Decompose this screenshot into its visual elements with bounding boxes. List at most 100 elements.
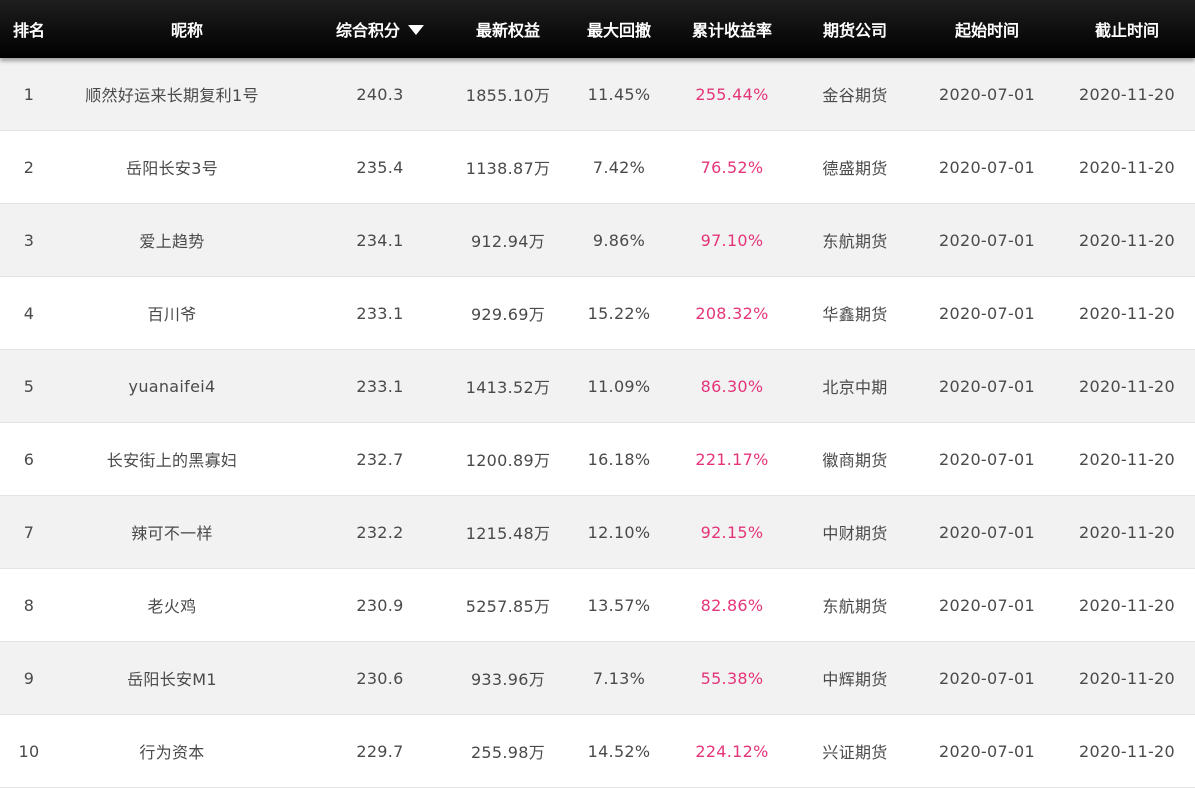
cell-nickname: 岳阳长安3号 [126,159,218,178]
header-start-date[interactable]: 起始时间 [955,0,1019,58]
cell-cum-return: 55.38% [700,668,764,688]
cell-cum-return: 86.30% [700,376,764,396]
cell-score: 235.4 [356,157,404,177]
header-max-drawdown[interactable]: 最大回撤 [587,0,651,58]
cell-start-date: 2020-07-01 [939,84,1035,104]
table-row[interactable]: 7 辣可不一样 232.2 1215.48万 12.10% 92.15% 中财期货 2020-… [0,496,1195,569]
cell-start-date: 2020-07-01 [939,741,1035,761]
table-row[interactable]: 5 yuanaifei4 233.1 1413.52万 11.09% 86.30% 北京中期… [0,350,1195,423]
cell-start-date: 2020-07-01 [939,376,1035,396]
cell-nickname: yuanaifei4 [128,376,216,396]
cell-start-date: 2020-07-01 [939,230,1035,250]
header-end-date[interactable]: 截止时间 [1095,0,1159,58]
cell-company: 金谷期货 [822,86,888,105]
cell-company: 东航期货 [822,232,888,251]
cell-equity: 1138.87万 [465,159,551,178]
cell-rank: 9 [23,668,35,688]
cell-start-date: 2020-07-01 [939,157,1035,177]
cell-max-drawdown: 12.10% [587,522,651,542]
cell-cum-return: 76.52% [700,157,764,177]
cell-max-drawdown: 14.52% [587,741,651,761]
cell-rank: 2 [23,157,35,177]
cell-score: 230.6 [356,668,404,688]
cell-nickname: 老火鸡 [147,597,197,616]
cell-cum-return: 255.44% [695,84,769,104]
table-row[interactable]: 10 行为资本 229.7 255.98万 14.52% 224.12% 兴证期货 2020-… [0,715,1195,788]
header-score[interactable]: 综合积分 [336,0,425,58]
cell-end-date: 2020-11-20 [1079,376,1175,396]
cell-score: 233.1 [356,376,404,396]
header-company[interactable]: 期货公司 [823,0,887,58]
cell-start-date: 2020-07-01 [939,303,1035,323]
cell-equity: 912.94万 [470,232,546,251]
cell-score: 240.3 [356,84,404,104]
cell-nickname: 岳阳长安M1 [127,670,217,689]
cell-cum-return: 224.12% [695,741,769,761]
header-rank[interactable]: 排名 [13,0,45,58]
header-score-label[interactable]: 综合积分 [336,17,400,41]
cell-equity: 255.98万 [470,743,546,762]
cell-rank: 10 [18,741,40,761]
cell-cum-return: 92.15% [700,522,764,542]
cell-company: 德盛期货 [822,159,888,178]
cell-start-date: 2020-07-01 [939,449,1035,469]
header-equity[interactable]: 最新权益 [476,0,540,58]
table-row[interactable]: 3 爱上趋势 234.1 912.94万 9.86% 97.10% 东航期货 2020-07-… [0,204,1195,277]
table-row[interactable]: 1 顺然好运来长期复利1号 240.3 1855.10万 11.45% 255.44% 金谷… [0,58,1195,131]
cell-end-date: 2020-11-20 [1079,303,1175,323]
cell-start-date: 2020-07-01 [939,522,1035,542]
table-row[interactable]: 9 岳阳长安M1 230.6 933.96万 7.13% 55.38% 中辉期货 2020-0… [0,642,1195,715]
ranking-table: 排名 昵称 综合积分 最新权益 最大回撤 累计收益率 期货公司 起始时间 截止时… [0,0,1195,788]
cell-max-drawdown: 7.13% [592,668,646,688]
cell-company: 东航期货 [822,597,888,616]
sort-descending-icon[interactable] [408,25,425,35]
cell-rank: 1 [23,84,35,104]
cell-end-date: 2020-11-20 [1079,449,1175,469]
cell-company: 中财期货 [822,524,888,543]
cell-nickname: 顺然好运来长期复利1号 [85,86,259,105]
cell-rank: 5 [23,376,35,396]
header-cum-return[interactable]: 累计收益率 [692,0,772,58]
cell-end-date: 2020-11-20 [1079,230,1175,250]
cell-company: 北京中期 [822,378,888,397]
cell-equity: 1855.10万 [465,86,551,105]
cell-cum-return: 221.17% [695,449,769,469]
header-nickname[interactable]: 昵称 [171,0,203,58]
cell-max-drawdown: 13.57% [587,595,651,615]
cell-equity: 5257.85万 [465,597,551,616]
cell-score: 232.7 [356,449,404,469]
cell-end-date: 2020-11-20 [1079,595,1175,615]
cell-end-date: 2020-11-20 [1079,668,1175,688]
cell-score: 233.1 [356,303,404,323]
cell-end-date: 2020-11-20 [1079,84,1175,104]
table-row[interactable]: 2 岳阳长安3号 235.4 1138.87万 7.42% 76.52% 德盛期货 2020-… [0,131,1195,204]
table-row[interactable]: 8 老火鸡 230.9 5257.85万 13.57% 82.86% 东航期货 2020-07… [0,569,1195,642]
cell-equity: 1200.89万 [465,451,551,470]
cell-nickname: 长安街上的黑寡妇 [106,451,238,470]
cell-rank: 3 [23,230,35,250]
cell-rank: 7 [23,522,35,542]
cell-company: 华鑫期货 [822,305,888,324]
cell-score: 234.1 [356,230,404,250]
cell-max-drawdown: 15.22% [587,303,651,323]
cell-end-date: 2020-11-20 [1079,157,1175,177]
cell-nickname: 爱上趋势 [139,232,205,251]
table-row[interactable]: 6 长安街上的黑寡妇 232.7 1200.89万 16.18% 221.17% 徽商期货 2… [0,423,1195,496]
cell-score: 232.2 [356,522,404,542]
cell-score: 229.7 [356,741,404,761]
cell-cum-return: 82.86% [700,595,764,615]
cell-equity: 1413.52万 [465,378,551,397]
cell-company: 中辉期货 [822,670,888,689]
table-header: 排名 昵称 综合积分 最新权益 最大回撤 累计收益率 期货公司 起始时间 截止时… [0,0,1195,58]
table-row[interactable]: 4 百川爷 233.1 929.69万 15.22% 208.32% 华鑫期货 2020-07… [0,277,1195,350]
cell-rank: 6 [23,449,35,469]
cell-nickname: 辣可不一样 [131,524,213,543]
cell-equity: 929.69万 [470,305,546,324]
cell-start-date: 2020-07-01 [939,668,1035,688]
cell-nickname: 百川爷 [147,305,197,324]
cell-nickname: 行为资本 [139,743,205,762]
table-body: 1 顺然好运来长期复利1号 240.3 1855.10万 11.45% 255.44% 金谷… [0,58,1195,788]
cell-end-date: 2020-11-20 [1079,741,1175,761]
cell-rank: 8 [23,595,35,615]
cell-max-drawdown: 11.45% [587,84,651,104]
